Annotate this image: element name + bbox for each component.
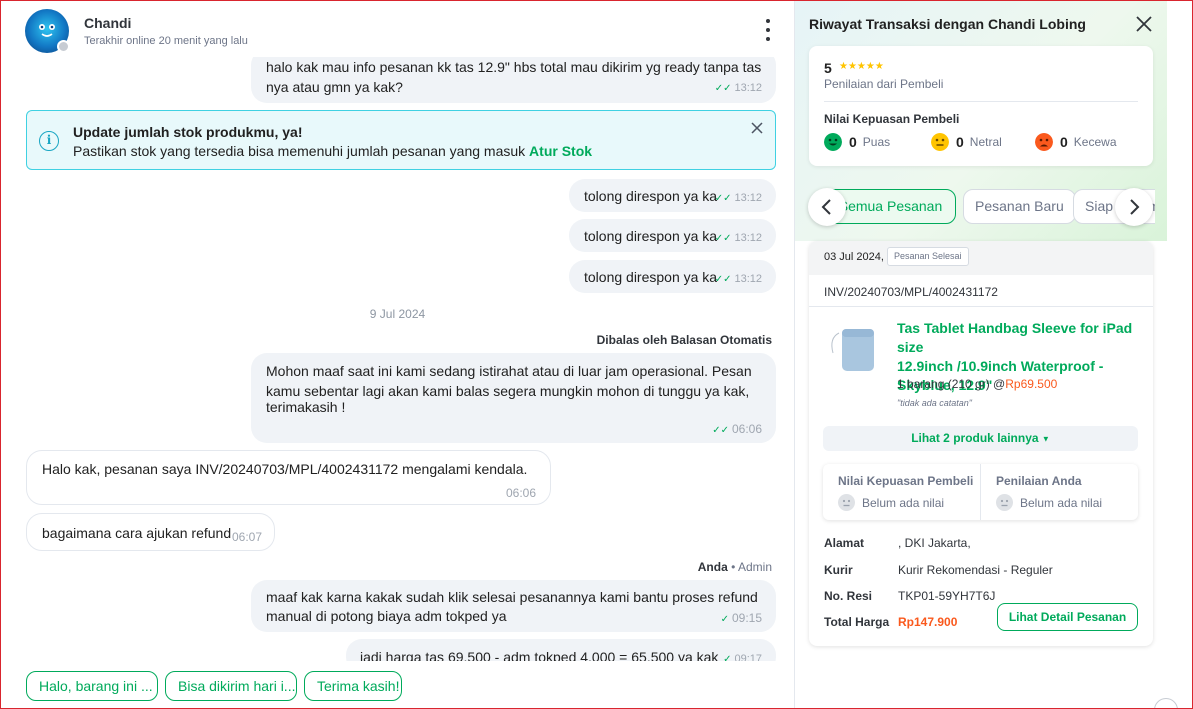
offline-status-dot xyxy=(57,40,70,53)
panel-title: Riwayat Transaksi dengan Chandi Lobing xyxy=(809,16,1086,32)
close-icon[interactable] xyxy=(1135,15,1153,33)
last-online-status: Terakhir online 20 menit yang lalu xyxy=(84,35,248,47)
buyer-rating-card: 5 ★★★★★ Penilaian dari Pembeli Nilai Kep… xyxy=(809,46,1153,166)
message-time: 06:06 xyxy=(505,486,536,500)
chevron-down-icon: ▼ xyxy=(1041,434,1050,444)
star-icon: ★★★★★ xyxy=(839,61,884,72)
message-text: Halo kak, pesanan saya INV/20240703/MPL/… xyxy=(42,461,528,477)
chevron-left-icon xyxy=(821,199,831,215)
app-frame: halo kak mau info pesanan kk tas 12.9" h… xyxy=(0,0,1193,709)
manage-stock-link[interactable]: Atur Stok xyxy=(529,143,592,159)
message-time: ✓✓ 13:12 xyxy=(714,82,762,94)
message-text: halo kak mau info pesanan kk tas 12.9" h… xyxy=(266,59,762,75)
your-rating-column: Penilaian Anda Belum ada nilai xyxy=(996,474,1103,511)
satisfaction-kecewa: 0 Kecewa xyxy=(1035,133,1117,151)
product-note: "tidak ada catatan" xyxy=(897,398,972,408)
scrollbar-track[interactable] xyxy=(1167,1,1192,708)
message-incoming: bagaimana cara ajukan refund 06:07 xyxy=(26,513,275,551)
product-image[interactable] xyxy=(825,323,887,381)
message-text: maaf kak karna kakak sudah klik selesai … xyxy=(266,589,758,605)
message-text: tolong direspon ya ka xyxy=(584,269,718,285)
chat-header: Chandi Terakhir online 20 menit yang lal… xyxy=(1,1,794,57)
message-time: ✓✓ 13:12 xyxy=(714,192,762,204)
date-separator: 9 Jul 2024 xyxy=(369,307,426,321)
message-text: nya atau gmn ya kak? xyxy=(266,79,403,95)
see-more-products-button[interactable]: Lihat 2 produk lainnya ▼ xyxy=(823,426,1138,451)
product-quantity: 1 barang (210 gr) @Rp69.500 xyxy=(897,377,1058,391)
order-header: 03 Jul 2024, Pesanan Selesai xyxy=(809,241,1153,275)
check-icon: ✓✓ xyxy=(714,274,732,285)
check-icon: ✓✓ xyxy=(712,425,729,436)
order-date: 03 Jul 2024, xyxy=(824,251,884,263)
message-outgoing: Mohon maaf saat ini kami sedang istiraha… xyxy=(251,353,776,443)
message-text: bagaimana cara ajukan refund xyxy=(42,525,232,541)
check-icon: ✓✓ xyxy=(714,83,732,94)
message-time: ✓✓ 13:12 xyxy=(714,273,762,285)
quick-replies: Halo, barang ini ... Bisa dikirim hari i… xyxy=(1,661,794,708)
check-icon: ✓ xyxy=(720,614,729,625)
stock-update-banner: i Update jumlah stok produkmu, ya! Pasti… xyxy=(26,110,776,170)
sad-face-icon xyxy=(1035,133,1053,151)
quick-reply-button[interactable]: Terima kasih! xyxy=(304,671,402,701)
message-text: manual di potong biaya adm tokped ya xyxy=(266,608,507,624)
tabs-next-button[interactable] xyxy=(1115,188,1153,226)
sender-label: Anda • Admin xyxy=(697,560,772,574)
rating-score: 5 xyxy=(824,60,832,76)
divider xyxy=(824,101,1138,102)
chevron-right-icon xyxy=(1130,199,1140,215)
message-outgoing: tolong direspon ya ka ✓✓ 13:12 xyxy=(569,179,776,212)
chat-pane: halo kak mau info pesanan kk tas 12.9" h… xyxy=(1,1,794,708)
rating-label: Penilaian dari Pembeli xyxy=(824,77,944,91)
message-time: ✓ 09:15 xyxy=(720,611,762,625)
tab-new-orders[interactable]: Pesanan Baru xyxy=(963,189,1076,224)
quick-reply-button[interactable]: Halo, barang ini ... xyxy=(26,671,158,701)
banner-title: Update jumlah stok produkmu, ya! xyxy=(73,124,303,140)
satisfaction-netral: 0 Netral xyxy=(931,133,1002,151)
avatar-face-icon xyxy=(39,24,55,37)
smiley-icon xyxy=(824,133,842,151)
message-time: ✓✓ 13:12 xyxy=(714,232,762,244)
message-outgoing: tolong direspon ya ka ✓✓ 13:12 xyxy=(569,260,776,293)
message-text: Mohon maaf saat ini kami sedang istiraha… xyxy=(266,363,752,379)
neutral-face-icon xyxy=(838,494,855,511)
transaction-history-panel: Riwayat Transaksi dengan Chandi Lobing 5… xyxy=(795,1,1167,708)
quick-reply-button[interactable]: Bisa dikirim hari i... xyxy=(165,671,297,701)
neutral-face-icon xyxy=(931,133,949,151)
message-text: tolong direspon ya ka xyxy=(584,228,718,244)
message-outgoing: maaf kak karna kakak sudah klik selesai … xyxy=(251,580,776,632)
message-time: 06:07 xyxy=(232,530,263,544)
message-incoming: Halo kak, pesanan saya INV/20240703/MPL/… xyxy=(26,450,551,505)
tabs-prev-button[interactable] xyxy=(808,188,846,226)
close-icon[interactable] xyxy=(749,120,765,136)
neutral-face-icon xyxy=(996,494,1013,511)
message-text: terimakasih ! xyxy=(266,399,346,415)
message-outgoing: halo kak mau info pesanan kk tas 12.9" h… xyxy=(251,49,776,103)
order-detail-button[interactable]: Lihat Detail Pesanan xyxy=(997,603,1138,631)
check-icon: ✓✓ xyxy=(714,233,732,244)
satisfaction-puas: 0 Puas xyxy=(824,133,890,151)
order-card: 03 Jul 2024, Pesanan Selesai INV/2024070… xyxy=(809,241,1153,646)
message-text: tolong direspon ya ka xyxy=(584,188,718,204)
kebab-menu-icon[interactable] xyxy=(758,19,778,41)
order-status-tabs: Semua Pesanan Pesanan Baru Siap Dikirim xyxy=(807,188,1155,226)
check-icon: ✓✓ xyxy=(714,193,732,204)
contact-name: Chandi xyxy=(84,15,132,31)
message-outgoing: tolong direspon ya ka ✓✓ 13:12 xyxy=(569,219,776,252)
auto-reply-label: Dibalas oleh Balasan Otomatis xyxy=(596,333,772,347)
invoice-number[interactable]: INV/20240703/MPL/4002431172 xyxy=(824,285,998,299)
status-badge: Pesanan Selesai xyxy=(887,247,969,266)
satisfaction-title: Nilai Kepuasan Pembeli xyxy=(824,112,960,126)
avatar[interactable] xyxy=(25,9,70,53)
message-time: ✓✓ 06:06 xyxy=(712,422,762,436)
banner-text: Pastikan stok yang tersedia bisa memenuh… xyxy=(73,143,593,159)
order-rating-box: Nilai Kepuasan Pembeli Belum ada nilai P… xyxy=(823,464,1138,520)
info-icon: i xyxy=(39,131,59,151)
divider xyxy=(809,306,1153,307)
buyer-satisfaction-column: Nilai Kepuasan Pembeli Belum ada nilai xyxy=(838,474,974,511)
